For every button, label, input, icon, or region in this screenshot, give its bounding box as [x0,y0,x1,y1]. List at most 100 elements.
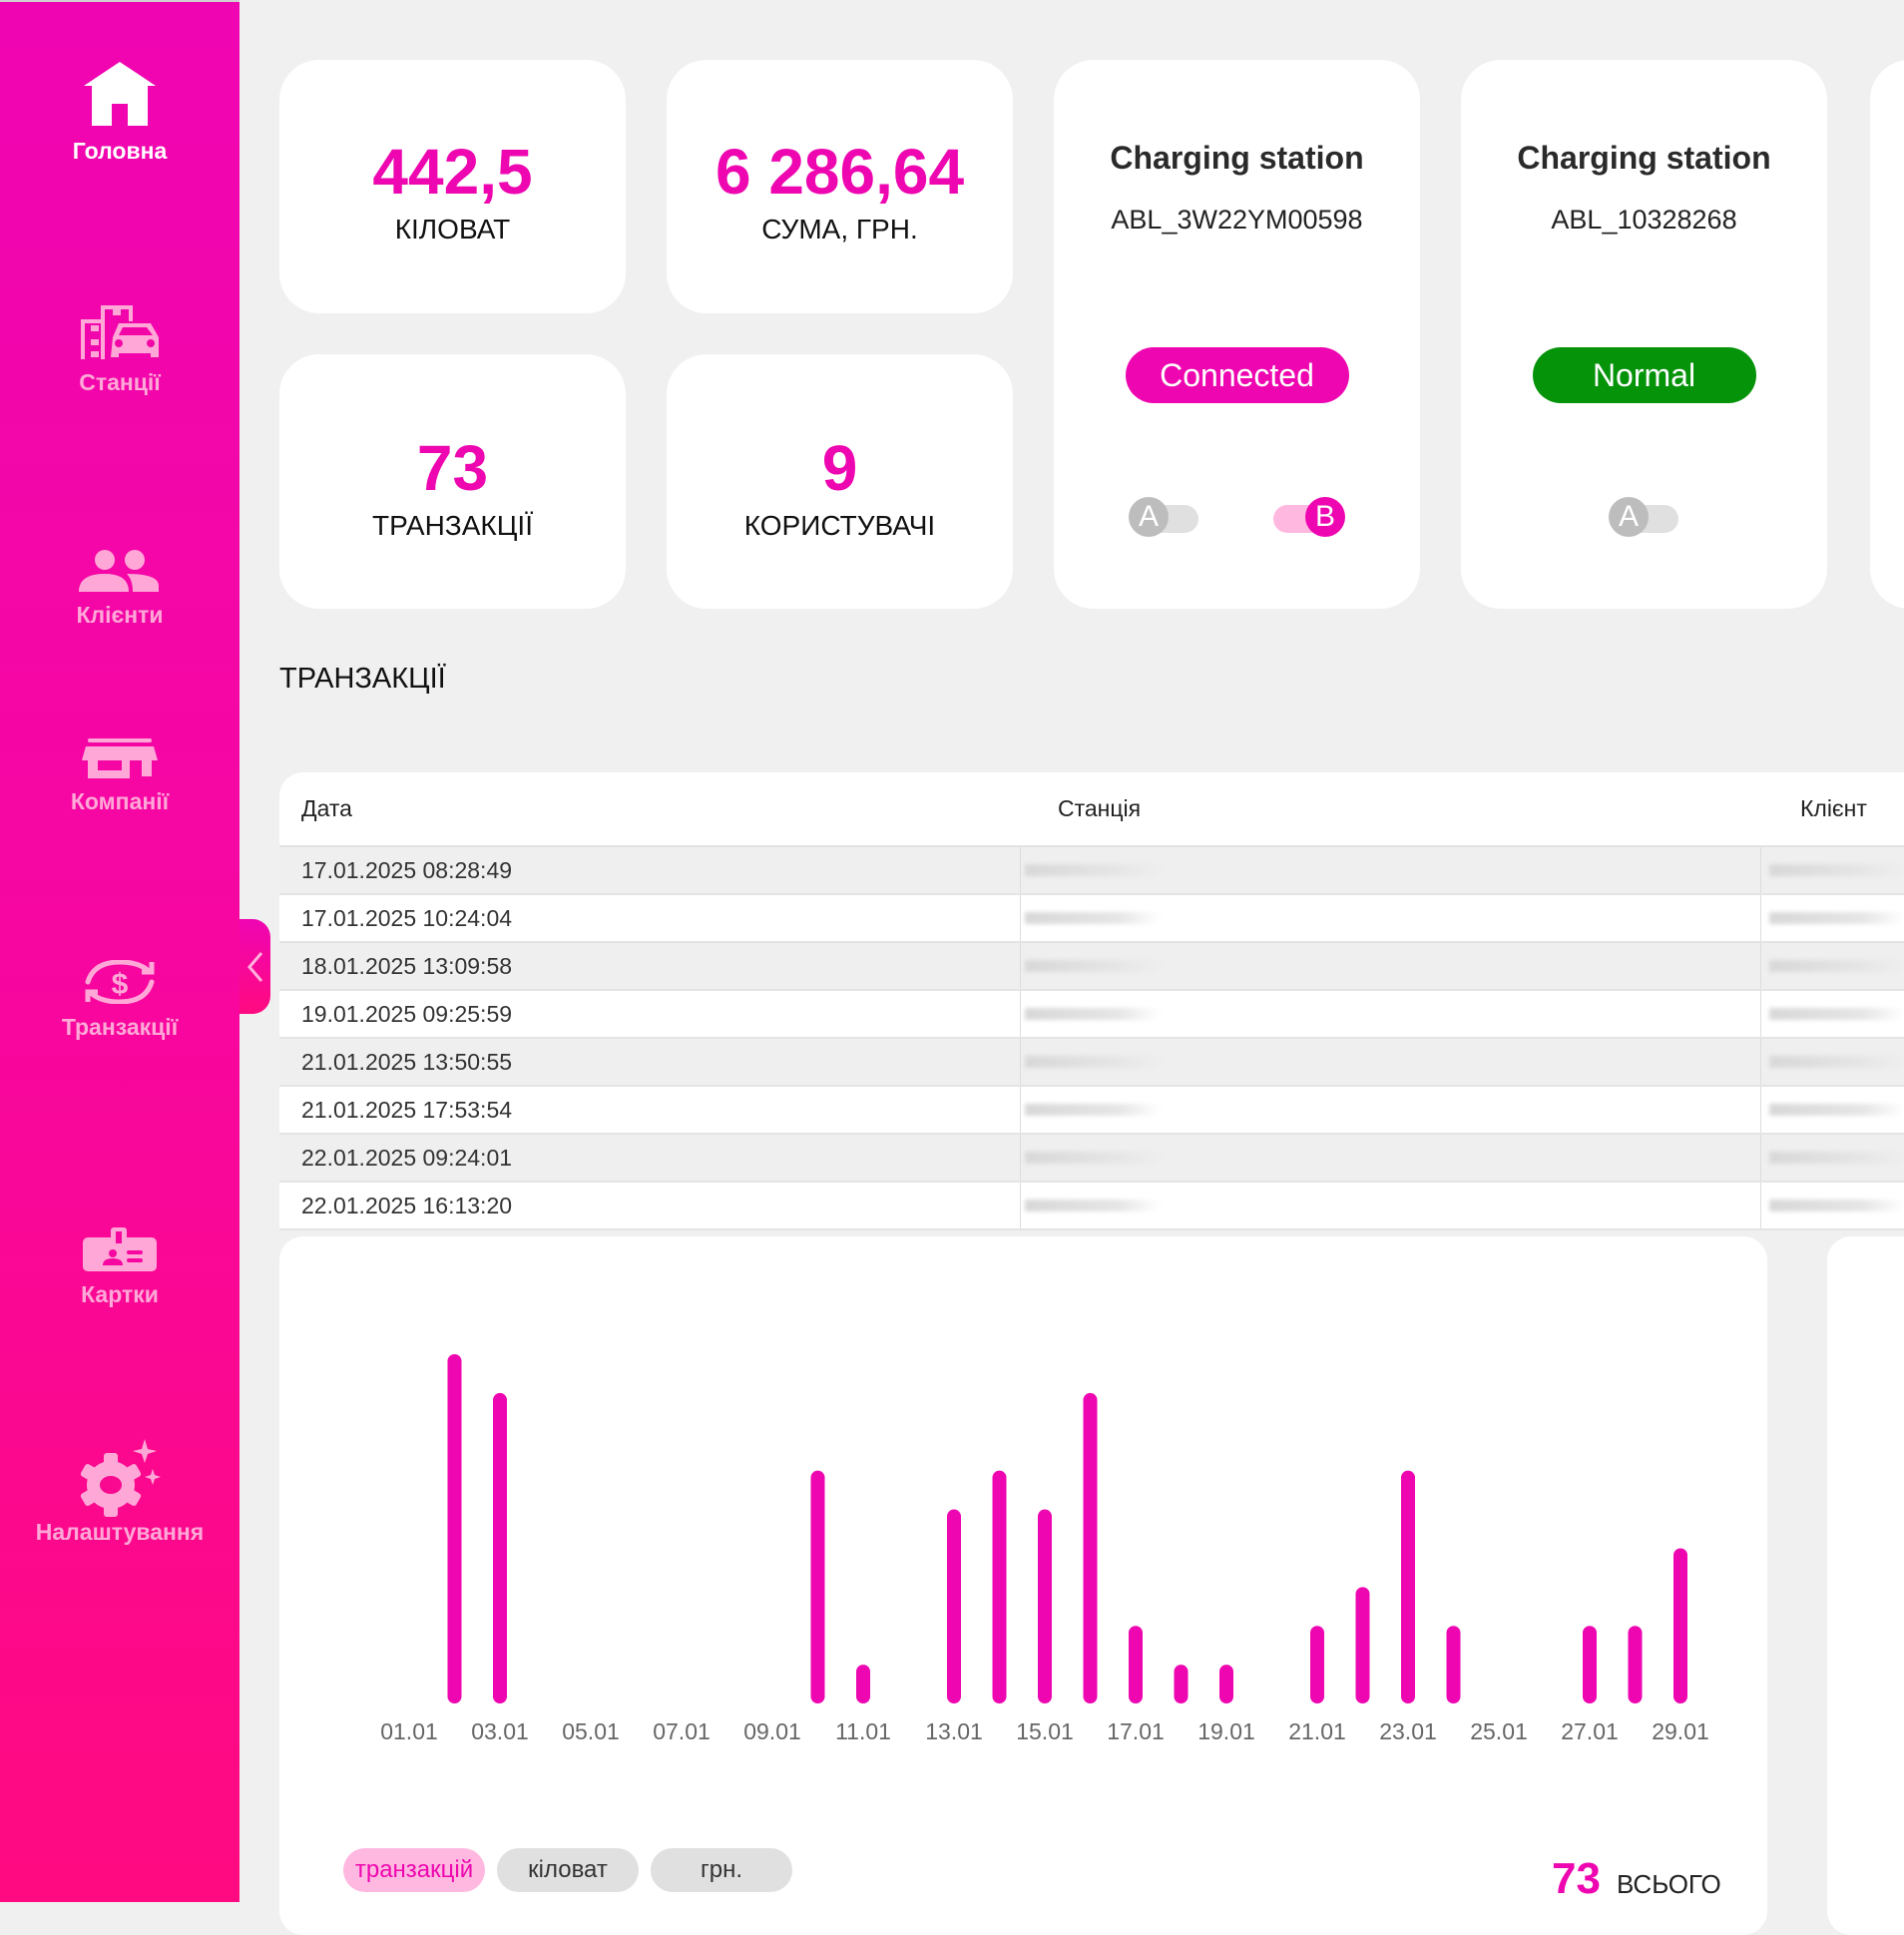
x-tick-label: 03.01 [471,1718,529,1744]
connector-toggle-a[interactable]: A [1609,497,1678,537]
x-tick-label: 07.01 [653,1718,711,1744]
redacted-station [1025,912,1161,924]
bar-13.01[interactable] [947,1509,961,1703]
table-row[interactable]: 19.01.2025 09:25:59 [279,991,1904,1039]
redacted-client [1769,1152,1904,1164]
stat-card-kw: 442,5 КІЛОВАТ [279,60,626,313]
sidebar: Головна Станції Клієнти Компанії $ Транз… [0,0,239,1902]
station-card[interactable]: Charging station ABL_10328268 Normal A [1461,60,1827,609]
cell-station [1020,847,1760,893]
bar-17.01[interactable] [1129,1626,1143,1703]
table-row[interactable]: 21.01.2025 17:53:54 [279,1087,1904,1135]
redacted-station [1025,960,1161,972]
bar-16.01[interactable] [1083,1392,1098,1703]
x-tick-label: 27.01 [1561,1718,1619,1744]
station-car-icon [81,305,159,359]
x-tick-label: 17.01 [1107,1718,1165,1744]
cell-date: 19.01.2025 09:25:59 [301,1000,513,1027]
x-tick-label: 05.01 [562,1718,620,1744]
cell-client [1760,943,1904,989]
stat-label: КІЛОВАТ [394,214,511,244]
bar-21.01[interactable] [1310,1626,1324,1703]
bar-22.01[interactable] [1355,1587,1370,1703]
cell-station [1020,1135,1760,1181]
stat-value: 6 286,64 [714,136,965,208]
users-icon [79,550,159,592]
sidebar-item-home[interactable]: Головна [0,60,239,165]
sidebar-item-label: Клієнти [76,602,164,628]
station-id: ABL_10328268 [1551,205,1737,235]
column-header-date[interactable]: Дата [279,772,1036,845]
total-label: ВСЬОГО [1616,1869,1721,1899]
station-card-partial[interactable] [1870,60,1904,609]
section-title: ТРАНЗАКЦІЇ [279,663,446,695]
bar-19.01[interactable] [1219,1665,1233,1703]
sidebar-item-stations[interactable]: Станції [0,303,239,396]
sidebar-item-cards[interactable]: Картки [0,1227,239,1308]
table-row[interactable]: 17.01.2025 08:28:49 [279,847,1904,895]
chart-toggle-kw[interactable]: кіловат [497,1848,639,1892]
table-row[interactable]: 17.01.2025 10:24:04 [279,895,1904,943]
x-tick-label: 25.01 [1470,1718,1528,1744]
column-header-station[interactable]: Станція [1036,772,1792,845]
bar-29.01[interactable] [1673,1548,1687,1703]
connector-label: A [1609,497,1649,537]
stat-card-users: 9 КОРИСТУВАЧІ [667,354,1013,609]
cell-client [1760,1087,1904,1133]
dollar-exchange-icon: $ [85,960,155,1004]
cell-station [1020,1039,1760,1085]
sidebar-item-settings[interactable]: Налаштування [0,1439,239,1546]
cell-date: 17.01.2025 08:28:49 [301,856,513,883]
column-header-client[interactable]: Клієнт [1792,772,1904,845]
sidebar-item-label: Налаштування [35,1519,205,1545]
bar-27.01[interactable] [1583,1626,1597,1703]
cell-date: 21.01.2025 17:53:54 [301,1096,513,1123]
chevron-left-icon [246,951,262,982]
redacted-station [1025,1056,1161,1068]
bar-24.01[interactable] [1446,1626,1461,1703]
chart-toggle-uah[interactable]: грн. [651,1848,792,1892]
redacted-client [1769,1056,1904,1068]
connector-toggle-b[interactable]: B [1273,497,1345,537]
transactions-bar-chart: 01.01 03.01 05.01 07.01 09.01 11.01 13.01 15.01… [380,1354,1709,1744]
connector-label: A [1129,497,1169,537]
bar-11.01[interactable] [856,1665,870,1703]
chart-card: 01.01 03.01 05.01 07.01 09.01 11.01 13.01 15.01… [279,1236,1767,1935]
sidebar-item-clients[interactable]: Клієнти [0,550,239,629]
table-row[interactable]: 22.01.2025 09:24:01 [279,1135,1904,1183]
sidebar-item-companies[interactable]: Компанії [0,738,239,815]
bar-14.01[interactable] [992,1470,1007,1703]
cell-client [1760,991,1904,1037]
collapse-sidebar-button[interactable] [239,919,270,1014]
stat-label: КОРИСТУВАЧІ [743,510,936,541]
sidebar-item-label: Транзакції [61,1014,179,1040]
table-row[interactable]: 21.01.2025 13:50:55 [279,1039,1904,1087]
sidebar-item-label: Станції [79,369,161,395]
bar-02.01[interactable] [447,1354,462,1703]
bar-10.01[interactable] [810,1470,825,1703]
gear-sparkle-icon [80,1439,161,1517]
x-tick-label: 21.01 [1288,1718,1346,1744]
sidebar-item-transactions[interactable]: $ Транзакції [0,960,239,1041]
bar-28.01[interactable] [1628,1626,1643,1703]
station-title: Charging station [1517,140,1771,176]
redacted-client [1769,1008,1904,1020]
sidebar-item-label: Головна [72,138,168,164]
chart-toggle-transactions[interactable]: транзакцій [343,1848,485,1892]
station-card[interactable]: Charging station ABL_3W22YM00598 Connect… [1054,60,1420,609]
cell-date: 22.01.2025 16:13:20 [301,1192,513,1218]
bar-18.01[interactable] [1174,1665,1189,1703]
redacted-client [1769,960,1904,972]
bar-03.01[interactable] [493,1392,507,1703]
svg-text:$: $ [112,968,129,1001]
bar-15.01[interactable] [1038,1509,1052,1703]
station-id: ABL_3W22YM00598 [1111,205,1363,235]
bar-23.01[interactable] [1401,1470,1415,1703]
connector-label: B [1305,497,1345,537]
connector-toggle-a[interactable]: A [1129,497,1198,537]
table-row[interactable]: 18.01.2025 13:09:58 [279,943,1904,991]
table-row[interactable]: 22.01.2025 16:13:20 [279,1183,1904,1230]
cell-client [1760,1135,1904,1181]
sidebar-item-label: Картки [81,1281,159,1307]
cell-station [1020,1087,1760,1133]
